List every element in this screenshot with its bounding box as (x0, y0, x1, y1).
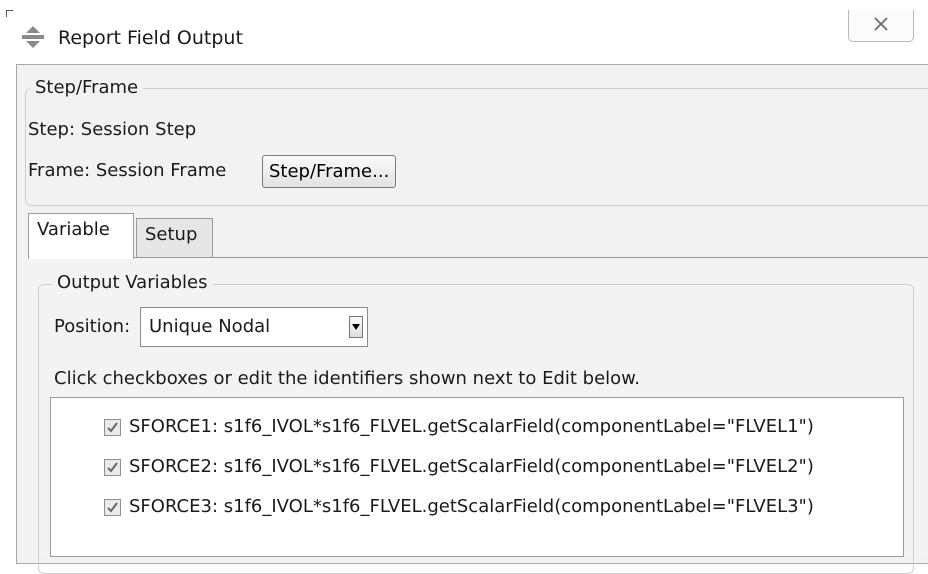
checkmark-icon (107, 502, 118, 513)
checkmark-icon (107, 462, 118, 473)
instructions-text: Click checkboxes or edit the identifiers… (54, 368, 640, 389)
frame-label: Frame: Session Frame (28, 160, 227, 181)
app-icon (22, 26, 44, 48)
item-label: SFORCE3: s1f6_IVOL*s1f6_FLVEL.getScalarF… (129, 496, 814, 517)
position-select-value: Unique Nodal (149, 316, 271, 337)
item-checkbox[interactable] (104, 419, 121, 436)
item-label: SFORCE1: s1f6_IVOL*s1f6_FLVEL.getScalarF… (129, 416, 814, 437)
dropdown-arrow-button[interactable] (349, 316, 363, 338)
tab-setup[interactable]: Setup (136, 218, 213, 258)
title-bar: Report Field Output (0, 0, 928, 62)
position-select[interactable]: Unique Nodal (140, 307, 368, 347)
item-label: SFORCE2: s1f6_IVOL*s1f6_FLVEL.getScalarF… (129, 456, 814, 477)
step-frame-group (25, 88, 928, 206)
step-frame-button[interactable]: Step/Frame... (262, 155, 396, 188)
item-checkbox[interactable] (104, 459, 121, 476)
step-label: Step: Session Step (28, 119, 197, 140)
output-variables-group-title: Output Variables (52, 272, 213, 294)
checkmark-icon (107, 422, 118, 433)
item-checkbox[interactable] (104, 499, 121, 516)
position-label: Position: (54, 316, 131, 337)
close-button[interactable] (848, 10, 914, 42)
window-title: Report Field Output (58, 27, 243, 49)
step-frame-group-title: Step/Frame (30, 77, 144, 99)
close-icon (874, 17, 888, 31)
chevron-down-icon (352, 324, 360, 330)
tab-variable[interactable]: Variable (28, 213, 134, 259)
